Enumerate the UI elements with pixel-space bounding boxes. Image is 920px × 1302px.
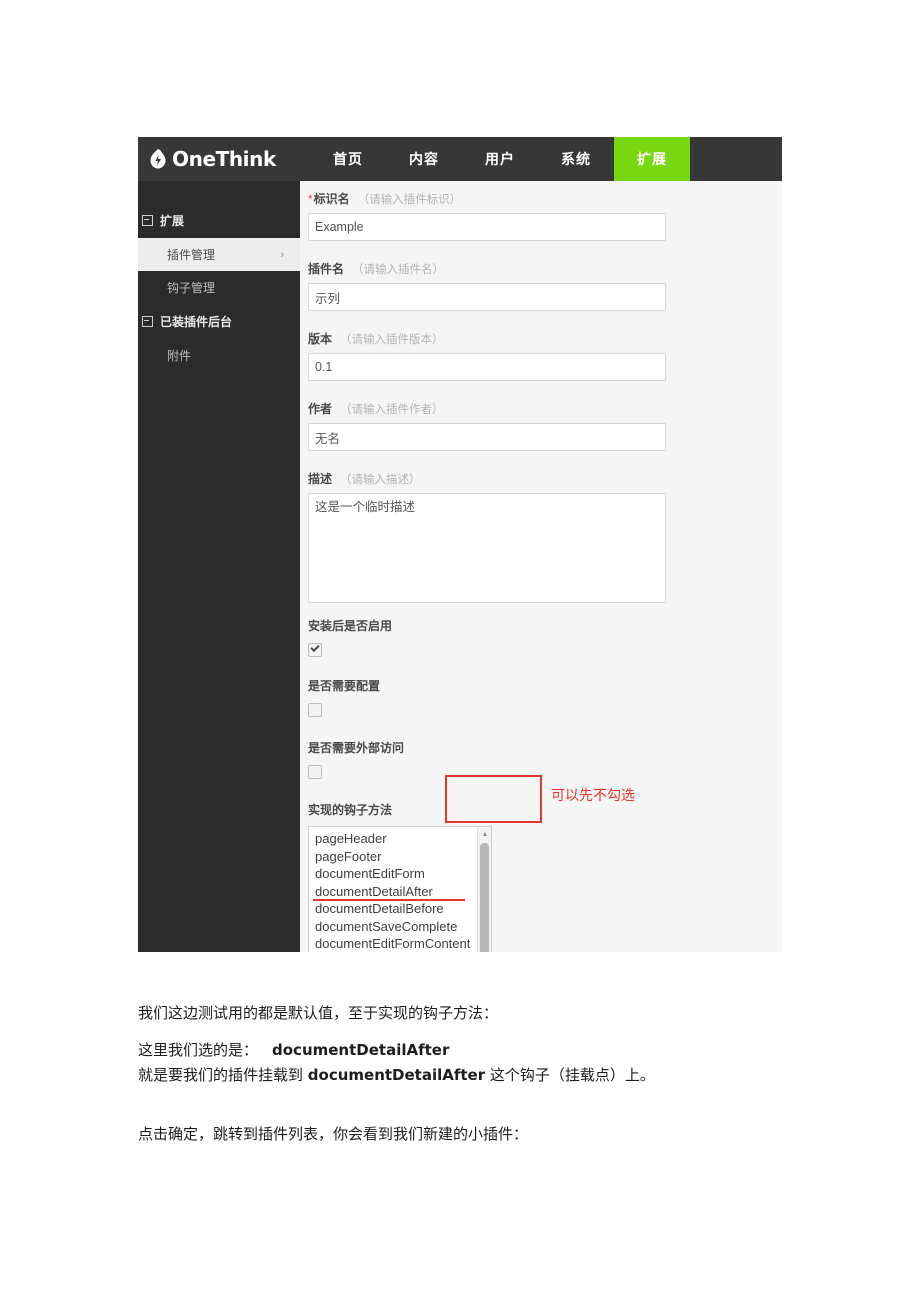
hook-methods-listbox[interactable]: pageHeader pageFooter documentEditForm d… (308, 826, 492, 952)
label-hint: （请输入插件作者） (340, 404, 444, 416)
hook-option[interactable]: documentSaveComplete (315, 918, 483, 936)
nav-item-content[interactable]: 内容 (386, 137, 462, 181)
annotation-text: 可以先不勾选 (551, 788, 635, 804)
caption-p2-prefix: 这里我们选的是： (138, 1041, 259, 1059)
sidebar: 扩展 插件管理 › 钩子管理 已装插件后台 附件 (138, 181, 300, 952)
nav-items: 首页 内容 用户 系统 扩展 (310, 137, 690, 181)
identifier-input[interactable] (308, 213, 666, 241)
label-enable-after-install: 安装后是否启用 (308, 619, 393, 633)
hook-option[interactable]: pageFooter (315, 848, 483, 866)
caption-p3-prefix: 就是要我们的插件挂载到 (138, 1066, 308, 1084)
field-identifier: *标识名 （请输入插件标识） (308, 181, 668, 241)
label-text: 插件名 (308, 262, 345, 276)
enable-after-install-checkbox[interactable] (308, 643, 322, 657)
sidebar-item-plugin-manage[interactable]: 插件管理 › (138, 238, 300, 271)
caption-paragraph-3: 就是要我们的插件挂载到 documentDetailAfter 这个钩子（挂载点… (138, 1063, 818, 1088)
needs-config-checkbox[interactable] (308, 703, 322, 717)
top-navigation-bar: OneThink 首页 内容 用户 系统 扩展 (138, 137, 782, 181)
sidebar-group-installed-plugins[interactable]: 已装插件后台 (138, 304, 300, 339)
label-text: 版本 (308, 332, 333, 346)
plugin-create-form: *标识名 （请输入插件标识） 插件名 （请输入插件名） 版本 （请输入插件版本） 作者… (308, 181, 668, 952)
label-plugin-name: 插件名 （请输入插件名） (308, 251, 668, 283)
collapse-box-icon[interactable] (142, 215, 153, 226)
label-description: 描述 （请输入描述） (308, 461, 668, 493)
hook-methods-options: pageHeader pageFooter documentEditForm d… (309, 830, 483, 952)
version-input[interactable] (308, 353, 666, 381)
label-hint: （请输入插件名） (352, 264, 445, 276)
label-identifier: *标识名 （请输入插件标识） (308, 181, 668, 213)
field-author: 作者 （请输入插件作者） (308, 391, 668, 451)
plugin-name-input[interactable] (308, 283, 666, 311)
field-description: 描述 （请输入描述） (308, 461, 668, 603)
hook-option[interactable]: documentEditForm (315, 865, 483, 883)
label-hint: （请输入描述） (340, 474, 421, 486)
field-version: 版本 （请输入插件版本） (308, 321, 668, 381)
nav-item-extension[interactable]: 扩展 (614, 137, 690, 181)
triangle-up-icon[interactable]: ▲ (478, 827, 491, 841)
hook-option[interactable]: documentEditFormContent (315, 935, 483, 952)
required-marker: * (308, 192, 313, 206)
label-needs-config: 是否需要配置 (308, 679, 381, 693)
brand-name: OneThink (172, 147, 276, 171)
needs-external-access-checkbox[interactable] (308, 765, 322, 779)
label-author: 作者 （请输入插件作者） (308, 391, 668, 423)
sidebar-item-label: 插件管理 (167, 248, 216, 262)
description-textarea[interactable] (308, 493, 666, 603)
hook-option[interactable]: pageHeader (315, 830, 483, 848)
label-hint: （请输入插件版本） (340, 334, 444, 346)
sidebar-item-label: 钩子管理 (167, 281, 216, 295)
label-version: 版本 （请输入插件版本） (308, 321, 668, 353)
sidebar-item-label: 附件 (167, 349, 192, 363)
nav-item-user[interactable]: 用户 (462, 137, 538, 181)
caption-paragraph-4: 点击确定，跳转到插件列表，你会看到我们新建的小插件： (138, 1125, 529, 1143)
embedded-screenshot: OneThink 首页 内容 用户 系统 扩展 扩展 插件管理 › 钩子管理 已… (138, 137, 782, 952)
label-text: 标识名 (313, 192, 350, 206)
field-hook-methods: 实现的钩子方法 pageHeader pageFooter documentEd… (308, 801, 668, 952)
collapse-box-icon[interactable] (142, 316, 153, 327)
label-hint: （请输入插件标识） (357, 194, 462, 206)
caption-paragraph-2: 这里我们选的是： documentDetailAfter (138, 1038, 818, 1063)
label-needs-external-access: 是否需要外部访问 (308, 741, 405, 755)
brand-logo[interactable]: OneThink (148, 137, 276, 181)
caption-p3-bold: documentDetailAfter (307, 1066, 486, 1084)
sidebar-group-label: 扩展 (160, 214, 185, 228)
sidebar-group-extension[interactable]: 扩展 (138, 203, 300, 238)
sidebar-item-attachment[interactable]: 附件 (138, 339, 300, 372)
scrollbar-thumb[interactable] (480, 843, 489, 952)
nav-item-system[interactable]: 系统 (538, 137, 614, 181)
main-content: *标识名 （请输入插件标识） 插件名 （请输入插件名） 版本 （请输入插件版本） 作者… (300, 181, 782, 952)
flame-icon (148, 148, 168, 170)
field-needs-external-access: 是否需要外部访问 (308, 739, 668, 779)
hook-option-selected[interactable]: documentDetailAfter (313, 883, 483, 901)
field-enable-after-install: 安装后是否启用 (308, 617, 668, 657)
caption-p3-suffix: 这个钩子（挂载点）上。 (485, 1066, 655, 1084)
hook-option[interactable]: documentDetailBefore (315, 900, 483, 918)
listbox-scrollbar[interactable]: ▲ ▼ (477, 827, 491, 952)
field-needs-config: 是否需要配置 (308, 677, 668, 717)
chevron-right-icon: › (280, 248, 284, 261)
caption-paragraph-1: 我们这边测试用的都是默认值，至于实现的钩子方法： (138, 1004, 499, 1022)
nav-item-home[interactable]: 首页 (310, 137, 386, 181)
author-input[interactable] (308, 423, 666, 451)
sidebar-item-hook-manage[interactable]: 钩子管理 (138, 271, 300, 304)
field-plugin-name: 插件名 （请输入插件名） (308, 251, 668, 311)
label-text: 描述 (308, 472, 333, 486)
sidebar-group-label: 已装插件后台 (160, 315, 233, 329)
label-text: 作者 (308, 402, 333, 416)
caption-p2-bold: documentDetailAfter (272, 1041, 450, 1059)
